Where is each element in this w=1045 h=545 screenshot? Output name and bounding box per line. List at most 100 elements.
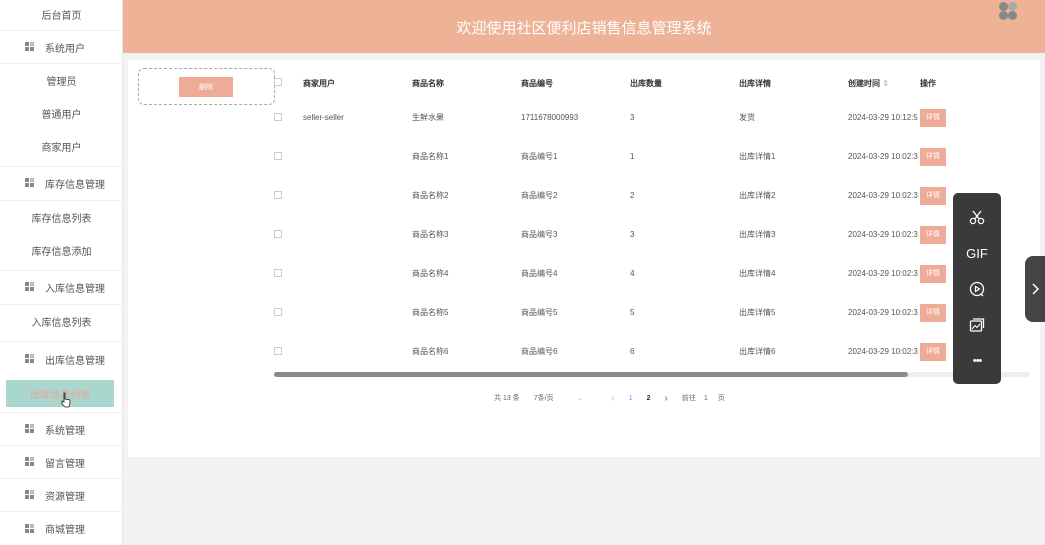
detail-button[interactable]: 详情 bbox=[920, 342, 946, 361]
floating-toolbar: GIF ••• bbox=[953, 193, 1001, 384]
table-cell-code: 商品编号6 bbox=[521, 347, 558, 356]
main-panel: 删除 商家用户 商品名称 商品编号 出库数量 出库详情 创建时间 ⇕ 操作 se… bbox=[128, 60, 1040, 457]
menu-icon bbox=[25, 490, 35, 500]
row-checkbox[interactable] bbox=[274, 307, 282, 316]
detail-button[interactable]: 详情 bbox=[920, 147, 946, 166]
record-video-icon[interactable] bbox=[953, 277, 1001, 301]
row-checkbox[interactable] bbox=[274, 346, 282, 355]
row-select-cell bbox=[274, 176, 303, 215]
detail-button[interactable]: 详情 bbox=[920, 186, 946, 205]
page-1-button[interactable]: 1 bbox=[629, 395, 633, 402]
sidebar-item-label: 出库信息管理 bbox=[45, 355, 105, 367]
sidebar-group-stock[interactable]: 库存信息管理 bbox=[0, 166, 123, 199]
sort-icon[interactable]: ⇕ bbox=[882, 79, 889, 88]
column-header: 商品编号 bbox=[521, 78, 553, 88]
table-cell-detail: 出库详情1 bbox=[739, 152, 776, 161]
table-cell-name: 商品名称3 bbox=[412, 230, 449, 239]
sidebar-item-label: 入库信息列表 bbox=[31, 317, 92, 329]
pagination: 共 13 条 7条/页 ⌄ ‹ 1 2 › 前往 1 页 bbox=[494, 390, 739, 406]
detail-button[interactable]: 详情 bbox=[920, 303, 946, 322]
menu-icon bbox=[25, 354, 35, 364]
gif-button[interactable]: GIF bbox=[953, 241, 1001, 265]
table-cell-user: seller-seller bbox=[303, 113, 344, 122]
prev-page-button[interactable]: ‹ bbox=[611, 393, 614, 404]
sidebar-item-home[interactable]: 后台首页 bbox=[0, 5, 123, 23]
sidebar-item-label: 后台首页 bbox=[41, 10, 82, 22]
row-select-cell bbox=[274, 332, 303, 371]
table-header-row: 商家用户 商品名称 商品编号 出库数量 出库详情 创建时间 ⇕ 操作 bbox=[274, 68, 1034, 98]
detail-button[interactable]: 详情 bbox=[920, 108, 946, 127]
table-cell-code: 商品编号4 bbox=[521, 269, 558, 278]
table-cell-detail: 出库详情4 bbox=[739, 269, 776, 278]
table-cell-detail: 发货 bbox=[739, 113, 755, 122]
sidebar-item-outbound-list[interactable]: 出库信息列表 bbox=[6, 380, 114, 407]
table-cell-time: 2024-03-29 10:02:3 bbox=[848, 191, 918, 200]
sidebar: 后台首页 系统用户 管理员 普通用户 商家用户 库存信息管理 库存信息列表 库存… bbox=[0, 0, 123, 545]
sidebar-group-messages[interactable]: 留言管理 bbox=[0, 445, 123, 478]
row-checkbox[interactable] bbox=[274, 112, 282, 121]
menu-icon bbox=[25, 457, 35, 467]
table-cell-time: 2024-03-29 10:02:3 bbox=[848, 230, 918, 239]
table-cell-detail: 出库详情5 bbox=[739, 308, 776, 317]
menu-icon bbox=[25, 523, 35, 534]
sidebar-item-stock-add[interactable]: 库存信息添加 bbox=[0, 234, 123, 267]
chevron-right-icon[interactable] bbox=[1025, 256, 1045, 322]
table-cell-name: 商品名称1 bbox=[412, 152, 449, 161]
table-row: 商品名称6 商品编号6 6 出库详情6 2024-03-29 10:02:3 详情 bbox=[274, 332, 1034, 371]
table-cell-qty: 6 bbox=[630, 347, 635, 356]
sidebar-group-system[interactable]: 系统管理 bbox=[0, 412, 123, 445]
sidebar-item-stock-list[interactable]: 库存信息列表 bbox=[0, 200, 123, 233]
row-checkbox[interactable] bbox=[274, 268, 282, 277]
sidebar-item-merchant-user[interactable]: 商家用户 bbox=[0, 130, 123, 163]
sidebar-group-resources[interactable]: 资源管理 bbox=[0, 478, 123, 511]
sidebar-item-normal-user[interactable]: 普通用户 bbox=[0, 97, 123, 130]
table-row: seller-seller 生鲜水果 1711678000993 3 发货 2024-03… bbox=[274, 98, 1034, 137]
sidebar-item-label: 出库信息列表 bbox=[30, 390, 90, 401]
row-checkbox[interactable] bbox=[274, 151, 282, 160]
goto-label: 前往 bbox=[681, 395, 696, 402]
table-cell-user bbox=[303, 332, 412, 371]
next-page-button[interactable]: › bbox=[665, 393, 668, 404]
sidebar-item-label: 资源管理 bbox=[45, 491, 85, 503]
sidebar-item-admin[interactable]: 管理员 bbox=[0, 63, 123, 96]
sidebar-item-inbound-list[interactable]: 入库信息列表 bbox=[0, 304, 123, 337]
table-cell-qty: 1 bbox=[630, 152, 635, 161]
table-row: 商品名称4 商品编号4 4 出库详情4 2024-03-29 10:02:3 详情 bbox=[274, 254, 1034, 293]
row-checkbox[interactable] bbox=[274, 229, 282, 238]
table-row: 商品名称2 商品编号2 2 出库详情2 2024-03-29 10:02:3 详情 bbox=[274, 176, 1034, 215]
table-cell-time: 2024-03-29 10:02:3 bbox=[848, 152, 918, 161]
sidebar-group-inbound[interactable]: 入库信息管理 bbox=[0, 270, 123, 303]
page-size-value: 7条/页 bbox=[533, 395, 554, 402]
table-cell-name: 生鲜水果 bbox=[412, 113, 444, 122]
mouse-cursor-icon bbox=[61, 392, 71, 408]
row-checkbox[interactable] bbox=[274, 190, 282, 199]
app-logo-icon bbox=[999, 2, 1019, 22]
sidebar-item-label: 入库信息管理 bbox=[45, 283, 105, 295]
column-header: 商品名称 bbox=[412, 78, 444, 88]
goto-input[interactable]: 1 bbox=[704, 395, 708, 402]
delete-button[interactable]: 删除 bbox=[179, 77, 233, 97]
sidebar-item-label: 普通用户 bbox=[41, 110, 82, 121]
more-options-button[interactable]: ••• bbox=[953, 349, 1001, 373]
image-capture-icon[interactable] bbox=[953, 313, 1001, 337]
table-cell-name: 商品名称2 bbox=[412, 191, 449, 200]
column-header-created[interactable]: 创建时间 ⇕ bbox=[848, 68, 920, 98]
table-cell-user bbox=[303, 176, 412, 215]
sidebar-group-outbound[interactable]: 出库信息管理 bbox=[0, 341, 123, 376]
table-row: 商品名称1 商品编号1 1 出库详情1 2024-03-29 10:02:3 详情 bbox=[274, 137, 1034, 176]
row-select-cell bbox=[274, 254, 303, 293]
detail-button[interactable]: 详情 bbox=[920, 225, 946, 244]
scissors-icon[interactable] bbox=[953, 205, 1001, 229]
sidebar-item-label: 库存信息列表 bbox=[31, 213, 92, 225]
detail-button[interactable]: 详情 bbox=[920, 264, 946, 283]
select-all-checkbox[interactable] bbox=[274, 78, 282, 86]
column-header-label: 创建时间 bbox=[848, 78, 880, 88]
sidebar-group-shop[interactable]: 商城管理 bbox=[0, 511, 123, 545]
page-2-button[interactable]: 2 bbox=[647, 395, 651, 402]
chevron-down-icon: ⌄ bbox=[577, 395, 584, 402]
horizontal-scrollbar[interactable] bbox=[274, 372, 908, 377]
sidebar-group-system-users[interactable]: 系统用户 bbox=[0, 30, 123, 63]
sidebar-item-label: 库存信息添加 bbox=[31, 247, 92, 258]
page-size-select[interactable]: 7条/页 ⌄ bbox=[534, 393, 598, 403]
table-cell-qty: 4 bbox=[630, 269, 635, 278]
